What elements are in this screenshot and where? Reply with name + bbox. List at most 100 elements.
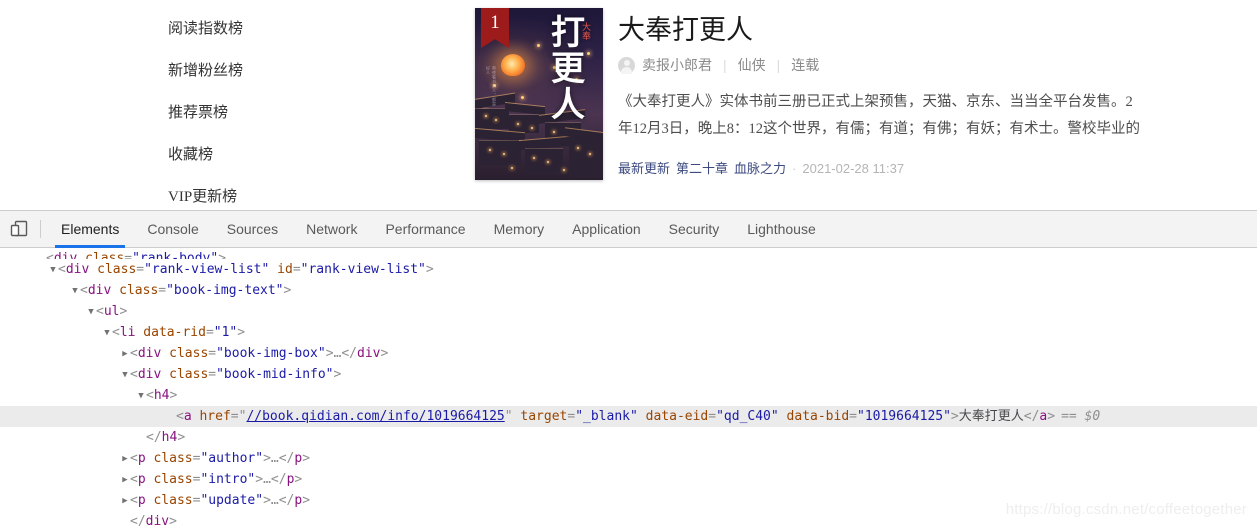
dom-token-attr: class <box>146 451 193 466</box>
twisty-expanded-icon[interactable]: ▼ <box>86 302 96 323</box>
tab-lighthouse[interactable]: Lighthouse <box>733 211 830 247</box>
dom-row[interactable]: </div> <box>0 511 1257 531</box>
dom-token-val: "qd_C40" <box>716 409 779 424</box>
twisty-collapsed-icon[interactable]: ▶ <box>120 344 130 365</box>
dom-row[interactable]: <div class="rank-body"> <box>0 248 1257 259</box>
tab-elements[interactable]: Elements <box>47 211 133 247</box>
tab-sources[interactable]: Sources <box>213 211 292 247</box>
dom-token-punct: > <box>218 251 226 259</box>
dom-token-punct: < <box>130 472 138 487</box>
dom-tree-view[interactable]: <div class="rank-body">▼<div class="rank… <box>0 248 1257 531</box>
dom-token-attr: class <box>77 251 124 259</box>
twisty-collapsed-icon[interactable]: ▶ <box>120 449 130 470</box>
dom-token-attr: class <box>161 346 208 361</box>
book-status[interactable]: 连载 <box>791 55 819 75</box>
dom-token-punct: = <box>293 262 301 277</box>
dom-row[interactable]: ▼<h4> <box>0 385 1257 406</box>
dom-row[interactable]: ▶<div class="book-img-box">…</div> <box>0 343 1257 364</box>
avatar-icon <box>618 57 635 74</box>
dom-token-attr: data-rid <box>135 325 205 340</box>
dom-token-eq: == $0 <box>1061 409 1100 424</box>
dom-row[interactable]: ▼<div class="book-img-text"> <box>0 280 1257 301</box>
tab-label: Sources <box>227 221 278 237</box>
dom-token-punct: < <box>46 251 54 259</box>
rank-nav-item-0[interactable]: 阅读指数榜 <box>168 8 298 50</box>
dom-token-ellip: … <box>263 472 271 487</box>
dom-row[interactable]: ▼<ul> <box>0 301 1257 322</box>
cover-lantern-icon <box>501 54 525 76</box>
device-toolbar-icon[interactable] <box>0 211 38 247</box>
twisty-expanded-icon[interactable]: ▼ <box>120 365 130 386</box>
dom-token-tag: div <box>357 346 380 361</box>
tab-performance[interactable]: Performance <box>371 211 479 247</box>
dom-token-attr: class <box>146 493 193 508</box>
dom-token-tag: div <box>146 514 169 529</box>
dom-token-punct: > <box>263 451 271 466</box>
rank-nav-label: 收藏榜 <box>168 147 213 163</box>
tab-application[interactable]: Application <box>558 211 655 247</box>
dom-token-tag: div <box>88 283 111 298</box>
rank-nav-item-2[interactable]: 推荐票榜 <box>168 92 298 134</box>
dom-token-val: "intro" <box>200 472 255 487</box>
book-intro: 《大奉打更人》实体书前三册已正式上架预售，天猫、京东、当当全平台发售。2 年12… <box>618 89 1257 143</box>
twisty-expanded-icon[interactable]: ▼ <box>102 323 112 344</box>
dom-token-val: "rank-view-list" <box>144 262 269 277</box>
dom-row[interactable]: ▼<div class="book-mid-info"> <box>0 364 1257 385</box>
dom-token-punct: > <box>169 514 177 529</box>
rank-nav-label: 阅读指数榜 <box>168 21 243 37</box>
dom-token-attr: href <box>192 409 231 424</box>
dom-token-attr: class <box>89 262 136 277</box>
tab-console[interactable]: Console <box>133 211 212 247</box>
book-title[interactable]: 大奉打更人 <box>618 14 1257 46</box>
book-author[interactable]: 卖报小郎君 <box>642 55 712 75</box>
meta-separator: | <box>777 57 781 73</box>
rank-nav-item-3[interactable]: 收藏榜 <box>168 134 298 176</box>
tab-security[interactable]: Security <box>655 211 734 247</box>
tab-label: Security <box>669 221 720 237</box>
dom-token-punct: > <box>177 430 185 445</box>
dom-token-tag: ul <box>104 304 120 319</box>
rank-nav-item-4[interactable]: VIP更新榜 <box>168 176 298 210</box>
twisty-collapsed-icon[interactable]: ▶ <box>120 491 130 512</box>
dom-row[interactable]: ▶<p class="update">…</p> <box>0 490 1257 511</box>
tab-label: Performance <box>385 221 465 237</box>
meta-separator: | <box>723 57 727 73</box>
dom-token-attr: class <box>161 367 208 382</box>
twisty-expanded-icon[interactable]: ▼ <box>48 260 58 281</box>
tab-memory[interactable]: Memory <box>480 211 559 247</box>
tab-label: Lighthouse <box>747 221 816 237</box>
dom-token-punct: > <box>169 388 177 403</box>
tab-network[interactable]: Network <box>292 211 371 247</box>
dom-row[interactable]: ▶<p class="intro">…</p> <box>0 469 1257 490</box>
cover-side-text: 熬夜看书的人，都是好人 <box>485 66 497 110</box>
book-update-row: 最新更新第二十章血脉之力·2021-02-28 11:37 <box>618 158 1257 177</box>
dom-token-punct: > <box>302 451 310 466</box>
dom-token-punct: < <box>80 283 88 298</box>
rank-nav-label: 推荐票榜 <box>168 105 228 121</box>
dom-token-val: "1019664125" <box>857 409 951 424</box>
rank-nav-item-1[interactable]: 新增粉丝榜 <box>168 50 298 92</box>
dom-token-tag: div <box>138 346 161 361</box>
dom-row-selected[interactable]: <a href="//book.qidian.com/info/10196641… <box>0 406 1257 427</box>
dom-token-link[interactable]: //book.qidian.com/info/1019664125 <box>246 409 504 424</box>
book-cover-image[interactable]: 熬夜看书的人，都是好人 大奉 打更人 1 <box>475 8 603 180</box>
twisty-expanded-icon[interactable]: ▼ <box>136 386 146 407</box>
dom-token-punct: > <box>951 409 959 424</box>
dom-row[interactable]: </h4> <box>0 427 1257 448</box>
dom-token-punct: </ <box>279 451 295 466</box>
dom-token-punct: > <box>263 493 271 508</box>
rank-nav-label: 新增粉丝榜 <box>168 63 243 79</box>
book-category[interactable]: 仙侠 <box>738 55 766 75</box>
update-chapter[interactable]: 第二十章 <box>676 161 728 176</box>
dom-token-punct: " <box>505 409 513 424</box>
update-chapter-name[interactable]: 血脉之力 <box>734 161 786 176</box>
dom-row[interactable]: ▼<div class="rank-view-list" id="rank-vi… <box>0 259 1257 280</box>
dom-row[interactable]: ▼<li data-rid="1"> <box>0 322 1257 343</box>
dom-token-punct: > <box>1047 409 1055 424</box>
dom-token-punct: = <box>708 409 716 424</box>
dom-row[interactable]: ▶<p class="author">…</p> <box>0 448 1257 469</box>
tab-label: Console <box>147 221 198 237</box>
twisty-expanded-icon[interactable]: ▼ <box>70 281 80 302</box>
update-label: 最新更新 <box>618 161 670 176</box>
twisty-collapsed-icon[interactable]: ▶ <box>120 470 130 491</box>
